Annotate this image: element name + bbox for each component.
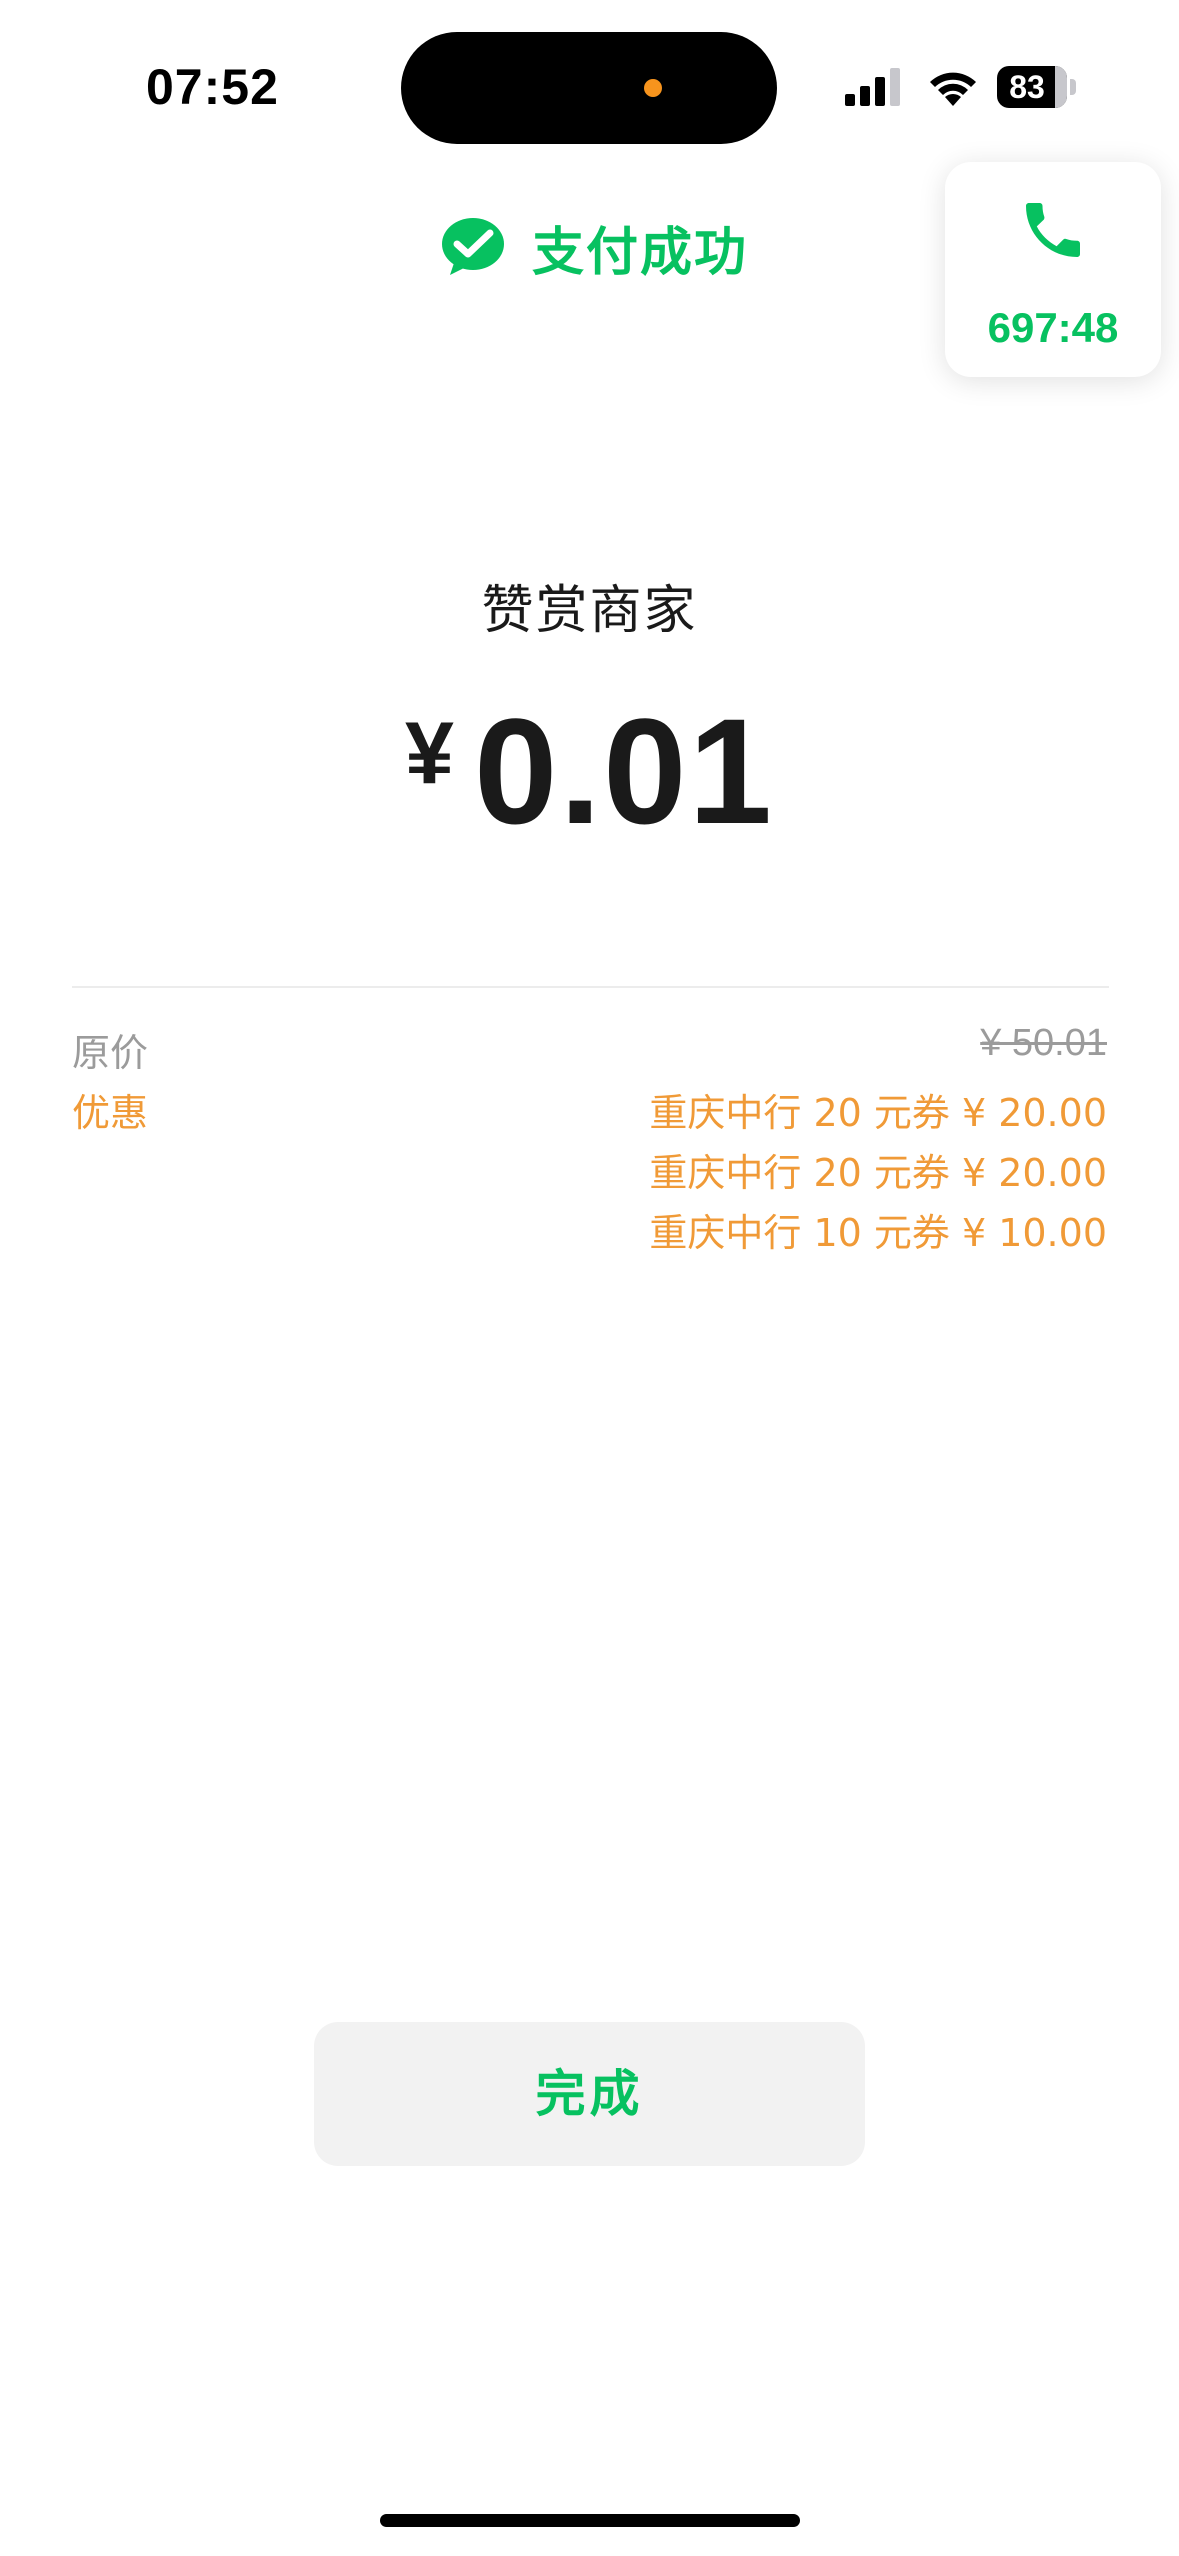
wechat-pay-icon — [442, 218, 504, 275]
payment-status-header: 支付成功 — [440, 212, 749, 283]
dynamic-island — [401, 32, 777, 144]
currency-symbol: ¥ — [405, 703, 454, 802]
original-price-value: ¥ 50.01 — [980, 1022, 1107, 1064]
status-time: 07:52 — [146, 59, 279, 115]
payment-success-title: 支付成功 — [532, 222, 749, 283]
phone-icon — [1026, 203, 1080, 257]
cellular-signal-icon — [845, 68, 900, 106]
battery-level: 83 — [1009, 69, 1045, 105]
discount-item: 重庆中行 20 元券 ¥ 20.00 — [649, 1091, 1107, 1135]
wifi-icon — [930, 72, 976, 106]
home-indicator[interactable] — [380, 2514, 800, 2527]
battery-icon: 83 — [997, 66, 1067, 108]
recording-indicator-dot — [644, 79, 662, 97]
done-button[interactable]: 完成 — [314, 2022, 865, 2166]
status-icons: 83 — [845, 66, 1085, 110]
merchant-name: 赞赏商家 — [481, 581, 698, 641]
discount-item: 重庆中行 20 元券 ¥ 20.00 — [649, 1151, 1107, 1195]
discount-label: 优惠 — [72, 1091, 149, 1135]
call-timer: 697:48 — [987, 304, 1119, 351]
call-widget[interactable]: 697:48 — [945, 162, 1161, 377]
amount-value: 0.01 — [474, 687, 774, 855]
discount-item: 重庆中行 10 元券 ¥ 10.00 — [649, 1211, 1107, 1255]
divider — [72, 986, 1109, 988]
battery-cap — [1070, 79, 1076, 95]
payment-amount: ¥0.01 — [0, 685, 1179, 858]
original-price-label: 原价 — [72, 1031, 149, 1075]
